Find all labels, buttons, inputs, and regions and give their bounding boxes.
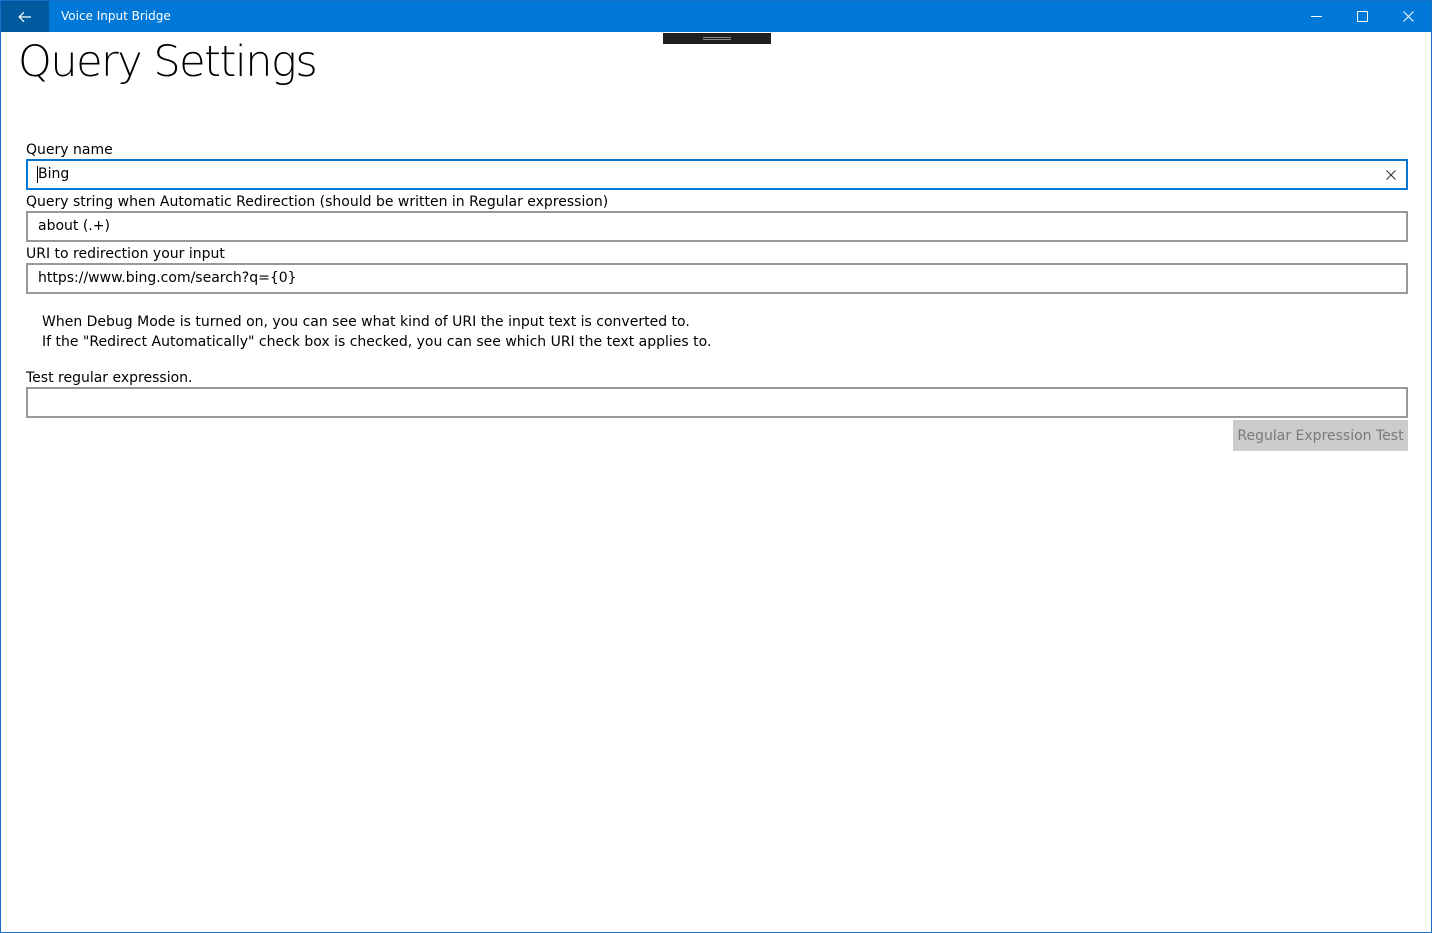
query-string-value: about (.+)	[38, 218, 110, 234]
text-caret	[37, 166, 38, 183]
drag-handle[interactable]	[663, 33, 771, 44]
uri-value: https://www.bing.com/search?q={0}	[38, 270, 297, 286]
app-title: Voice Input Bridge	[61, 9, 171, 23]
title-bar[interactable]: Voice Input Bridge	[1, 1, 1431, 32]
grip-line	[703, 39, 731, 40]
arrow-left-icon	[18, 11, 31, 22]
regex-test-button[interactable]: Regular Expression Test	[1233, 420, 1408, 451]
clear-button[interactable]	[1382, 166, 1400, 184]
minimize-icon	[1310, 16, 1322, 17]
minimize-button[interactable]	[1293, 1, 1339, 32]
query-string-label: Query string when Automatic Redirection …	[26, 194, 609, 210]
test-regex-input[interactable]	[26, 387, 1408, 418]
back-button[interactable]	[1, 1, 49, 32]
query-string-input[interactable]: about (.+)	[26, 211, 1408, 242]
uri-input[interactable]: https://www.bing.com/search?q={0}	[26, 263, 1408, 294]
maximize-button[interactable]	[1339, 1, 1385, 32]
grip-line	[703, 37, 731, 38]
debug-info-line-1: When Debug Mode is turned on, you can se…	[42, 314, 690, 330]
app-window: Voice Input Bridge Query Settings Query …	[0, 0, 1432, 933]
query-name-value: Bing	[38, 166, 70, 182]
test-regex-label: Test regular expression.	[26, 370, 193, 386]
query-name-label: Query name	[26, 142, 113, 158]
close-icon	[1402, 11, 1414, 22]
page-title: Query Settings	[18, 37, 318, 87]
uri-label: URI to redirection your input	[26, 246, 225, 262]
clear-x-icon	[1386, 170, 1396, 180]
close-button[interactable]	[1385, 1, 1431, 32]
debug-info-line-2: If the "Redirect Automatically" check bo…	[42, 334, 712, 350]
maximize-icon	[1356, 11, 1368, 22]
query-name-input[interactable]: Bing	[26, 159, 1408, 190]
